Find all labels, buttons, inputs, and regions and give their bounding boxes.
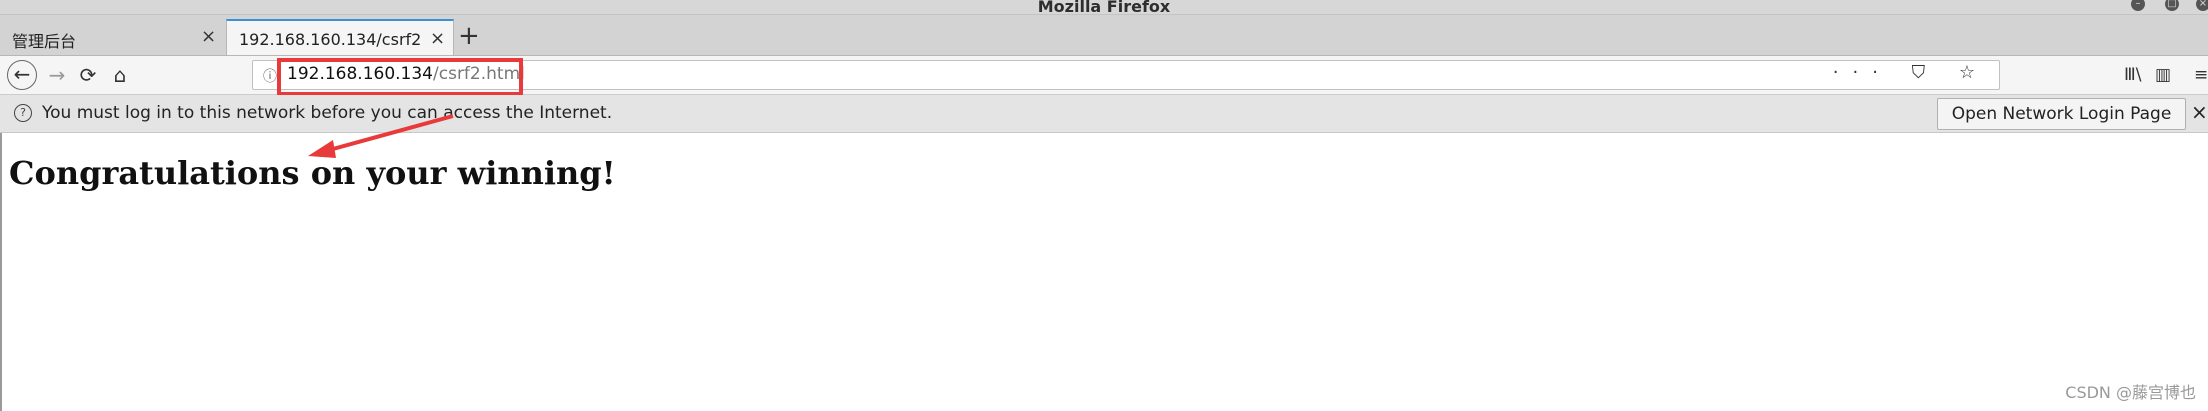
watermark: CSDN @藤宫博也 [2065,383,2196,402]
annotation-arrow [308,114,454,158]
